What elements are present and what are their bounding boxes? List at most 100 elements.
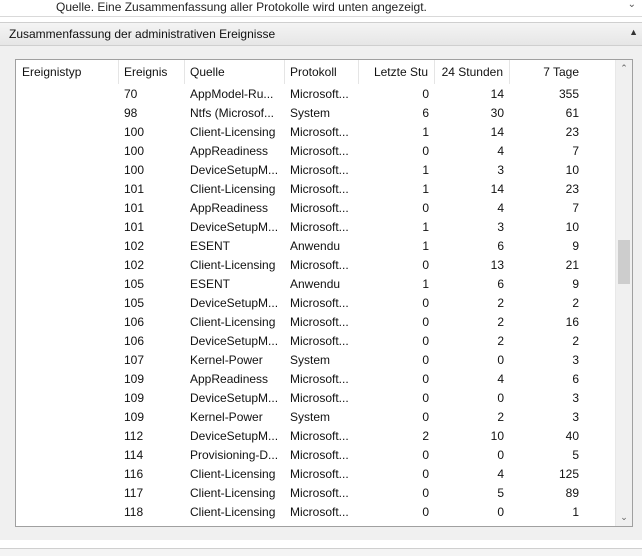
column-24-stunden[interactable]: 24 Stunden bbox=[435, 60, 510, 84]
cell-protokoll: Microsoft... bbox=[290, 372, 349, 386]
cell-letzte-stunde: 0 bbox=[422, 296, 429, 310]
cell-7-tage: 61 bbox=[565, 106, 579, 120]
table-row[interactable]: 102 Client-Licensing Microsoft... 0 13 21 bbox=[16, 256, 616, 275]
vertical-scrollbar[interactable]: ⌃ ⌄ bbox=[615, 60, 632, 526]
cell-quelle: DeviceSetupM... bbox=[190, 296, 279, 310]
cell-24-stunden: 30 bbox=[490, 106, 504, 120]
cell-7-tage: 2 bbox=[572, 296, 579, 310]
cell-ereignistyp bbox=[22, 484, 119, 503]
cell-7-tage: 9 bbox=[572, 239, 579, 253]
table-row[interactable]: 101 DeviceSetupM... Microsoft... 1 3 10 bbox=[16, 218, 616, 237]
cell-quelle: Client-Licensing bbox=[190, 486, 276, 500]
cell-quelle: Kernel-Power bbox=[190, 353, 263, 367]
column-quelle[interactable]: Quelle bbox=[185, 60, 285, 84]
cell-letzte-stunde: 0 bbox=[422, 87, 429, 101]
cell-24-stunden: 2 bbox=[497, 296, 504, 310]
column-protokoll[interactable]: Protokoll bbox=[285, 60, 359, 84]
table-row[interactable]: 112 DeviceSetupM... Microsoft... 2 10 40 bbox=[16, 427, 616, 446]
cell-ereignis: 105 bbox=[124, 277, 145, 291]
cell-7-tage: 7 bbox=[572, 144, 579, 158]
table-row[interactable]: 100 DeviceSetupM... Microsoft... 1 3 10 bbox=[16, 161, 616, 180]
cell-letzte-stunde: 1 bbox=[422, 182, 429, 196]
table-row[interactable]: 120DeviceSetupM...Microsoft...001 bbox=[16, 522, 616, 526]
cell-24-stunden: 10 bbox=[490, 429, 504, 443]
cell-quelle: DeviceSetupM... bbox=[190, 522, 285, 526]
table-row[interactable]: 116 Client-Licensing Microsoft... 0 4 125 bbox=[16, 465, 616, 484]
column-ereignistyp[interactable]: Ereignistyp bbox=[16, 60, 119, 84]
cell-ereignistyp bbox=[22, 275, 119, 294]
cell-ereignistyp bbox=[22, 199, 119, 218]
cell-letzte-stunde: 0 bbox=[422, 391, 429, 405]
cell-7-tage: 23 bbox=[565, 125, 579, 139]
cell-letzte-stunde: 1 bbox=[422, 239, 429, 253]
cell-quelle: ESENT bbox=[190, 239, 231, 253]
table-row[interactable]: 117 Client-Licensing Microsoft... 0 5 89 bbox=[16, 484, 616, 503]
table-row[interactable]: 105 DeviceSetupM... Microsoft... 0 2 2 bbox=[16, 294, 616, 313]
summary-panel: Ereignistyp Ereignis Quelle Protokoll Le… bbox=[0, 46, 642, 540]
table-row[interactable]: 114 Provisioning-D... Microsoft... 0 0 5 bbox=[16, 446, 616, 465]
scrollbar-thumb[interactable] bbox=[618, 240, 630, 284]
cell-quelle: DeviceSetupM... bbox=[190, 429, 279, 443]
section-title: Zusammenfassung der administrativen Erei… bbox=[9, 27, 276, 41]
cell-letzte-stunde: 6 bbox=[422, 106, 429, 120]
table-row[interactable]: 118 Client-Licensing Microsoft... 0 0 1 bbox=[16, 503, 616, 522]
table-row[interactable]: 101 AppReadiness Microsoft... 0 4 7 bbox=[16, 199, 616, 218]
table-row[interactable]: 105 ESENT Anwendu 1 6 9 bbox=[16, 275, 616, 294]
cell-letzte-stunde: 0 bbox=[422, 410, 429, 424]
cell-quelle: Ntfs (Microsof... bbox=[190, 106, 275, 120]
chevron-down-icon[interactable]: ⌄ bbox=[628, 0, 636, 10]
cell-ereignis: 98 bbox=[124, 106, 138, 120]
cell-quelle: Provisioning-D... bbox=[190, 448, 279, 462]
event-summary-list[interactable]: Ereignistyp Ereignis Quelle Protokoll Le… bbox=[15, 59, 633, 527]
cell-quelle: ESENT bbox=[190, 277, 231, 291]
table-row[interactable]: 102 ESENT Anwendu 1 6 9 bbox=[16, 237, 616, 256]
cell-ereignis: 109 bbox=[124, 372, 145, 386]
column-letzte-stunde[interactable]: Letzte Stu bbox=[359, 60, 435, 84]
cell-ereignis: 109 bbox=[124, 391, 145, 405]
cell-24-stunden: 14 bbox=[490, 182, 504, 196]
table-row[interactable]: 107 Kernel-Power System 0 0 3 bbox=[16, 351, 616, 370]
cell-letzte-stunde: 0 bbox=[422, 372, 429, 386]
cell-ereignis: 101 bbox=[124, 201, 145, 215]
cell-ereignis: 101 bbox=[124, 220, 145, 234]
cell-7-tage: 3 bbox=[572, 391, 579, 405]
table-row[interactable]: 109 Kernel-Power System 0 2 3 bbox=[16, 408, 616, 427]
cell-ereignistyp bbox=[22, 370, 119, 389]
cell-ereignis: 120 bbox=[124, 522, 185, 526]
table-row[interactable]: 98 Ntfs (Microsof... System 6 30 61 bbox=[16, 104, 616, 123]
cell-letzte-stunde: 0 bbox=[359, 522, 429, 526]
table-row[interactable]: 106 DeviceSetupM... Microsoft... 0 2 2 bbox=[16, 332, 616, 351]
table-row[interactable]: 70 AppModel-Ru... Microsoft... 0 14 355 bbox=[16, 85, 616, 104]
table-row[interactable]: 101 Client-Licensing Microsoft... 1 14 23 bbox=[16, 180, 616, 199]
cell-letzte-stunde: 0 bbox=[422, 315, 429, 329]
cell-letzte-stunde: 0 bbox=[422, 334, 429, 348]
cell-protokoll: System bbox=[290, 106, 331, 120]
cell-ereignistyp bbox=[22, 218, 119, 237]
table-row[interactable]: 109 AppReadiness Microsoft... 0 4 6 bbox=[16, 370, 616, 389]
cell-24-stunden: 0 bbox=[497, 353, 504, 367]
table-row[interactable]: 106 Client-Licensing Microsoft... 0 2 16 bbox=[16, 313, 616, 332]
column-7-tage[interactable]: 7 Tage bbox=[510, 60, 585, 84]
cell-ereignistyp bbox=[22, 180, 119, 199]
cell-ereignistyp bbox=[22, 522, 119, 526]
column-header: Ereignistyp Ereignis Quelle Protokoll Le… bbox=[16, 60, 616, 84]
table-row[interactable]: 100 Client-Licensing Microsoft... 1 14 23 bbox=[16, 123, 616, 142]
table-row[interactable]: 100 AppReadiness Microsoft... 0 4 7 bbox=[16, 142, 616, 161]
section-header[interactable]: Zusammenfassung der administrativen Erei… bbox=[0, 22, 642, 46]
table-row[interactable]: 109 DeviceSetupM... Microsoft... 0 0 3 bbox=[16, 389, 616, 408]
cell-protokoll: Microsoft... bbox=[290, 505, 349, 519]
column-ereignis[interactable]: Ereignis bbox=[119, 60, 185, 84]
cell-7-tage: 1 bbox=[510, 522, 579, 526]
cell-protokoll: Microsoft... bbox=[290, 182, 349, 196]
cell-7-tage: 89 bbox=[565, 486, 579, 500]
scroll-up-arrow-icon[interactable]: ⌃ bbox=[616, 60, 632, 77]
scroll-down-arrow-icon[interactable]: ⌄ bbox=[616, 509, 632, 526]
cell-protokoll: Microsoft... bbox=[290, 296, 349, 310]
cell-24-stunden: 14 bbox=[490, 87, 504, 101]
cell-24-stunden: 2 bbox=[497, 315, 504, 329]
collapse-up-icon[interactable]: ▲ bbox=[629, 27, 638, 37]
cell-ereignistyp bbox=[22, 85, 119, 104]
cell-protokoll: Microsoft... bbox=[290, 522, 359, 526]
cell-protokoll: Microsoft... bbox=[290, 220, 349, 234]
cell-ereignistyp bbox=[22, 161, 119, 180]
